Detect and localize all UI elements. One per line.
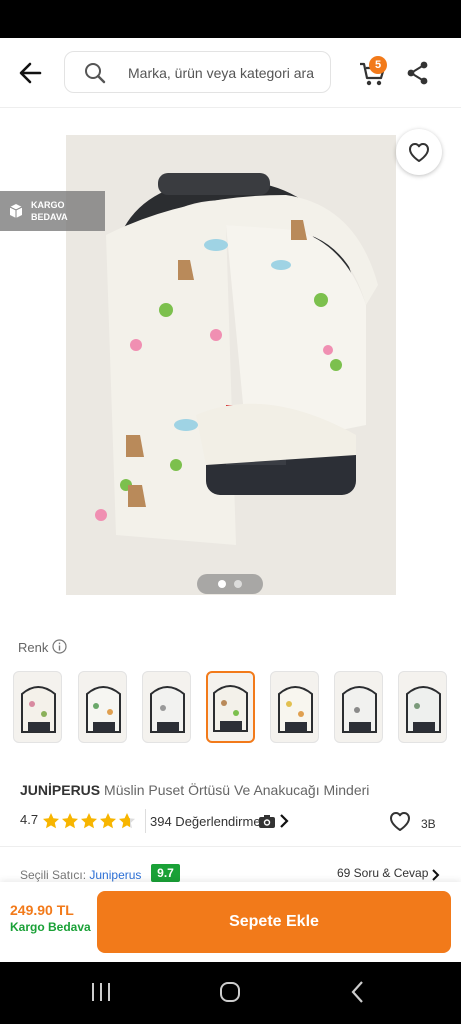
variant-thumbnail[interactable] (13, 671, 62, 743)
cart-count-badge: 5 (369, 56, 387, 74)
chevron-right-icon[interactable] (279, 814, 289, 833)
product-title: JUNİPERUS Müslin Puset Örtüsü Ve Anakuca… (20, 782, 450, 798)
product-image[interactable] (66, 135, 396, 595)
variant-thumbnail[interactable] (78, 671, 127, 743)
search-icon (83, 61, 107, 90)
top-bar: Marka, ürün veya kategori ara 5 (0, 38, 461, 108)
like-heart-icon[interactable] (388, 810, 412, 837)
status-bar (0, 0, 461, 38)
android-nav-bar (0, 962, 461, 1024)
variant-thumbnail[interactable] (270, 671, 319, 743)
back-arrow-icon[interactable] (14, 56, 48, 90)
color-label: Renk (18, 640, 49, 655)
info-icon[interactable] (52, 639, 67, 654)
seller-score-badge: 9.7 (151, 864, 180, 882)
pager-dot-active[interactable] (218, 580, 226, 588)
share-icon[interactable] (405, 60, 431, 86)
qa-link[interactable]: 69 Soru & Cevap (337, 866, 428, 880)
like-count: 3B (421, 817, 436, 831)
variant-thumbnail[interactable] (334, 671, 383, 743)
divider (0, 846, 461, 847)
free-shipping-badge: KARGO BEDAVA (0, 191, 105, 231)
shipping-label: Kargo Bedava (10, 920, 91, 934)
product-name: Müslin Puset Örtüsü Ve Anakucağı Minderi (104, 782, 370, 798)
badge-line1: KARGO (31, 200, 65, 210)
badge-line2: BEDAVA (31, 212, 68, 222)
reviews-link[interactable]: 394 Değerlendirme (150, 814, 261, 829)
seller-label: Seçili Satıcı: (20, 868, 87, 882)
rating-separator (145, 809, 146, 833)
home-icon[interactable] (218, 980, 242, 1009)
variant-thumbnail[interactable] (398, 671, 447, 743)
bottom-bar: 249.90 TL Kargo Bedava Sepete Ekle (0, 882, 461, 962)
product-brand[interactable]: JUNİPERUS (20, 782, 100, 798)
seller-name[interactable]: Juniperus (89, 868, 141, 882)
variant-thumbnail[interactable] (142, 671, 191, 743)
search-input[interactable]: Marka, ürün veya kategori ara (64, 51, 331, 93)
rating-stars (42, 811, 142, 831)
product-gallery[interactable]: KARGO BEDAVA (0, 109, 461, 629)
favorite-button[interactable] (396, 129, 442, 175)
gallery-pager[interactable] (197, 574, 263, 594)
box-icon (8, 203, 24, 222)
variant-thumbnails (13, 671, 461, 745)
camera-icon (258, 813, 276, 834)
pager-dot[interactable] (234, 580, 242, 588)
price: 249.90 TL (10, 902, 74, 918)
add-to-cart-button[interactable]: Sepete Ekle (97, 891, 451, 953)
seller-info: Seçili Satıcı: Juniperus (20, 868, 141, 882)
heart-icon (409, 143, 429, 162)
rating-value: 4.7 (20, 812, 39, 827)
nav-back-icon[interactable] (350, 980, 366, 1009)
recent-apps-icon[interactable] (90, 980, 112, 1009)
variant-thumbnail-selected[interactable] (206, 671, 255, 743)
search-placeholder: Marka, ürün veya kategori ara (128, 65, 314, 81)
